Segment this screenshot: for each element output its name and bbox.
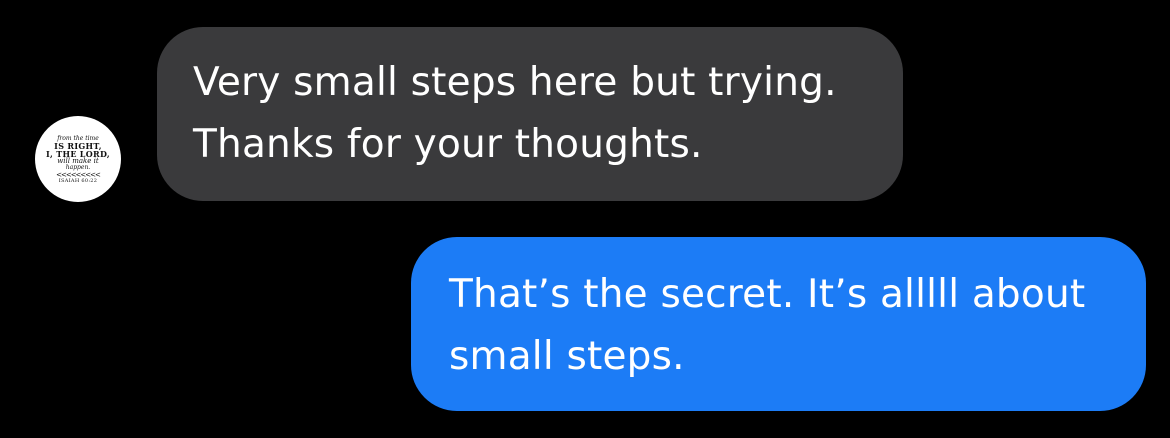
contact-avatar[interactable]: from the time IS RIGHT, I, THE LORD, wil… — [35, 116, 121, 202]
message-text-line: small steps. — [449, 334, 685, 379]
avatar-text-line: ISAIAH 60:22 — [58, 178, 98, 184]
message-text-line: That’s the secret. It’s alllll about — [449, 272, 1086, 317]
message-text-line: Thanks for your thoughts. — [193, 122, 703, 167]
message-text-line: Very small steps here but trying. — [193, 60, 837, 105]
incoming-message-bubble[interactable]: Very small steps here but trying. Thanks… — [157, 27, 903, 201]
outgoing-message-bubble[interactable]: That’s the secret. It’s alllll about sma… — [411, 237, 1146, 411]
